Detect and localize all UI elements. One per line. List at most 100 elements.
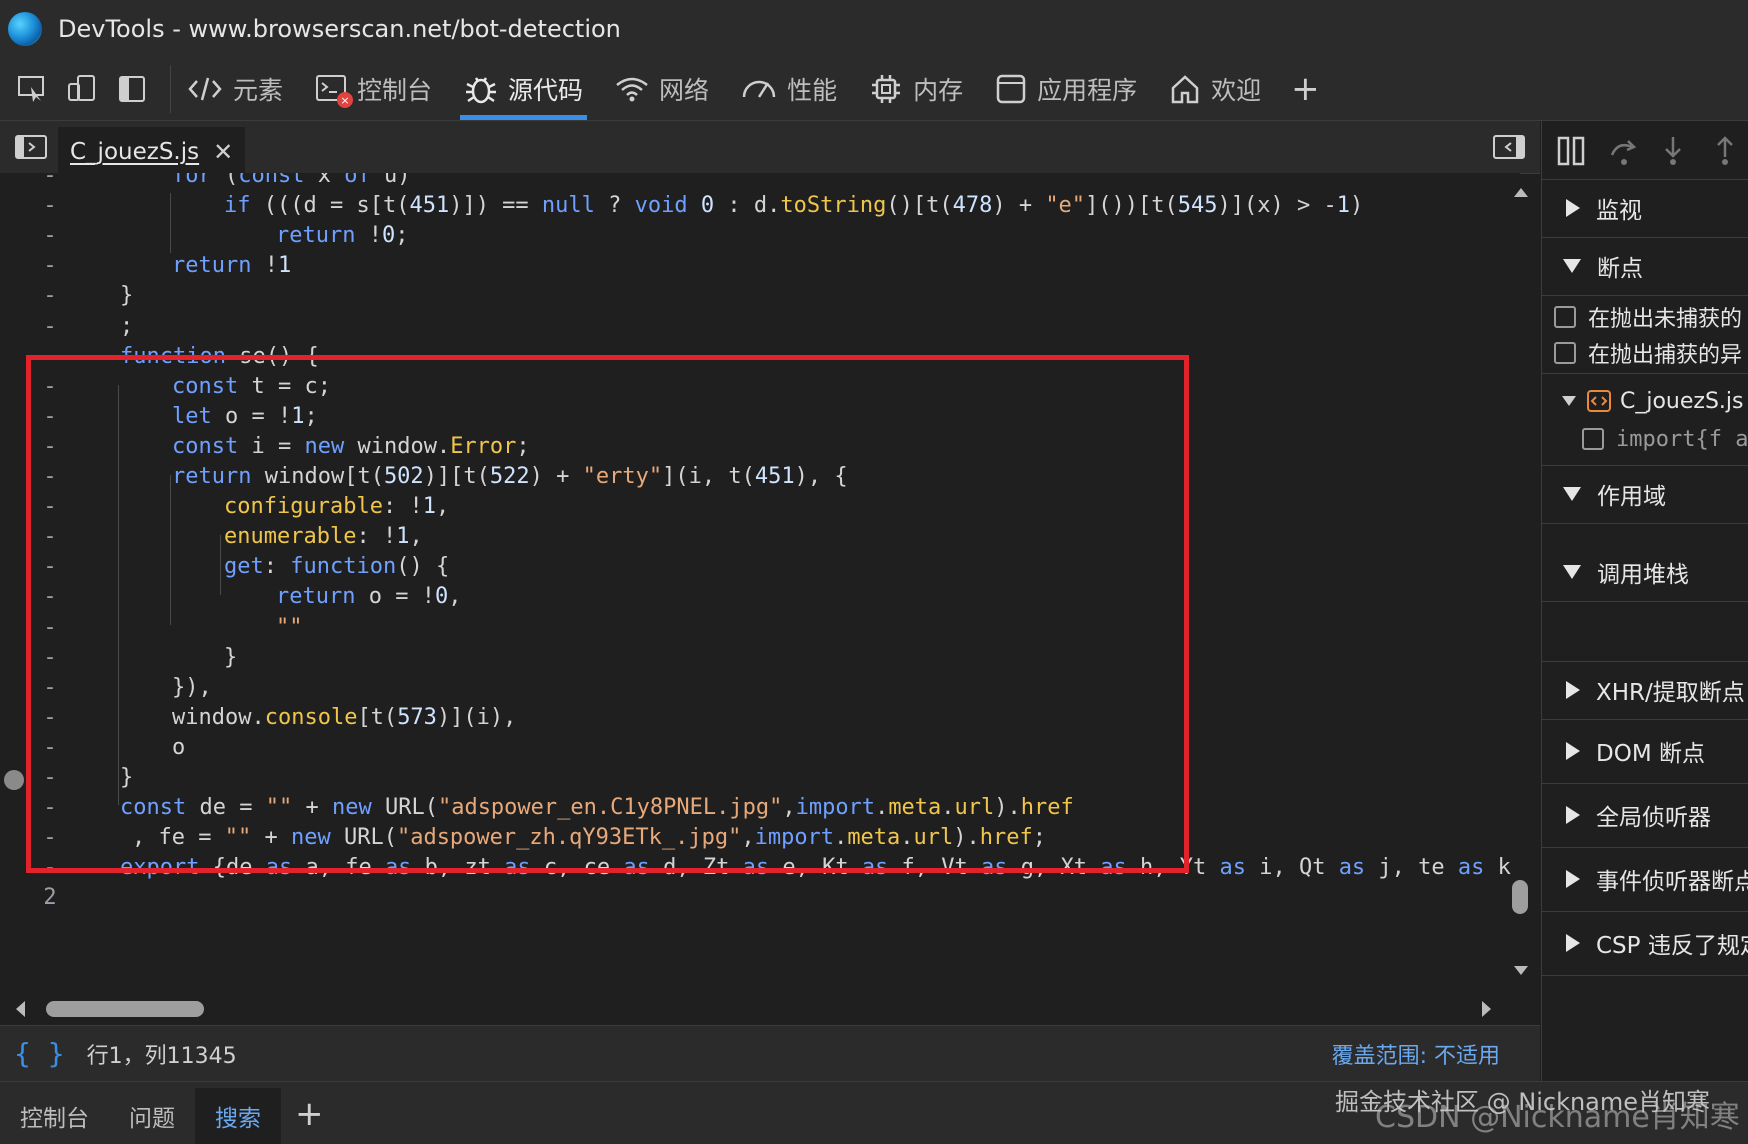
global-listeners-section[interactable]: 全局侦听器 <box>1542 783 1748 847</box>
breakpoints-section[interactable]: 断点 <box>1542 237 1748 295</box>
code-text: return !1 <box>172 253 292 279</box>
breakpoint-entry-row[interactable]: import{f a <box>1542 421 1748 457</box>
line-gutter-marker[interactable]: - <box>0 279 100 312</box>
drawer-tab-issues[interactable]: 问题 <box>109 1088 195 1144</box>
window-title: DevTools - www.browserscan.net/bot-detec… <box>58 15 621 43</box>
error-badge-icon: × <box>337 92 354 108</box>
global-label: 全局侦听器 <box>1596 805 1711 831</box>
code-text: if (((d = s[t(451)]) == null ? void 0 : … <box>224 193 1364 219</box>
pause-caught-row[interactable]: 在抛出捕获的异 <box>1542 335 1748 371</box>
code-text: } <box>120 283 134 309</box>
line-gutter-marker[interactable]: - <box>0 189 100 222</box>
toggle-debugger-icon[interactable] <box>1492 133 1526 161</box>
code-line[interactable]: -} <box>0 279 1520 312</box>
tab-application[interactable]: 应用程序 <box>979 58 1153 120</box>
collapse-icon <box>1563 565 1581 579</box>
step-out-icon[interactable] <box>1712 135 1738 167</box>
drawer-add-button[interactable]: + <box>295 1094 324 1134</box>
code-line[interactable]: -; <box>0 310 1520 343</box>
collapse-icon <box>1563 487 1581 501</box>
call-stack-label: 调用堆栈 <box>1597 562 1689 588</box>
collapse-icon <box>1562 396 1576 406</box>
tab-elements-label: 元素 <box>233 76 284 105</box>
add-tool-button[interactable]: + <box>1291 69 1320 109</box>
sidebar-divider <box>1542 523 1748 524</box>
console-icon: × <box>315 74 354 108</box>
line-gutter-marker[interactable]: - <box>0 310 100 343</box>
code-line[interactable]: - return !0; <box>0 219 1520 252</box>
home-icon <box>1169 73 1201 105</box>
sidebar-divider <box>1542 601 1748 602</box>
tab-memory[interactable]: 内存 <box>853 58 979 120</box>
scroll-up-icon[interactable] <box>1514 188 1528 197</box>
tab-performance-label: 性能 <box>787 76 838 105</box>
xhr-label: XHR/提取断点 <box>1596 680 1745 706</box>
step-into-icon[interactable] <box>1660 135 1686 167</box>
edge-logo-icon <box>8 12 42 46</box>
breakpoint-file-row[interactable]: C_jouezS.js <box>1542 383 1748 419</box>
dock-side-icon[interactable] <box>114 71 150 107</box>
file-tab[interactable]: C_jouezS.js ✕ <box>58 127 246 175</box>
vertical-scrollbar[interactable] <box>1508 180 1532 980</box>
toggle-navigator-icon[interactable] <box>14 133 48 161</box>
horizontal-scroll-thumb[interactable] <box>46 1001 204 1017</box>
tab-application-label: 应用程序 <box>1037 76 1138 105</box>
tab-network[interactable]: 网络 <box>599 58 725 120</box>
scope-section[interactable]: 作用域 <box>1542 465 1748 523</box>
breakpoint-code: import{f a <box>1616 426 1748 452</box>
code-text: return !0; <box>276 223 409 249</box>
code-line[interactable]: 2 <box>0 881 1520 914</box>
tab-welcome[interactable]: 欢迎 <box>1153 58 1277 120</box>
pause-icon[interactable] <box>1556 135 1586 167</box>
tab-elements[interactable]: 元素 <box>171 58 299 120</box>
code-icon <box>187 75 223 103</box>
inspect-element-icon[interactable] <box>14 71 50 107</box>
line-gutter-marker[interactable]: 2 <box>0 881 100 914</box>
tab-sources[interactable]: 源代码 <box>448 58 599 120</box>
close-tab-icon[interactable]: ✕ <box>213 138 233 166</box>
drawer-tab-search[interactable]: 搜索 <box>195 1088 281 1144</box>
device-emulation-icon[interactable] <box>64 71 100 107</box>
indent-guide <box>170 193 171 253</box>
pretty-print-button[interactable]: { } <box>14 1037 65 1070</box>
csp-violation-section[interactable]: CSP 违反了规定 <box>1542 911 1748 975</box>
event-label: 事件侦听器断点 <box>1596 869 1748 895</box>
wifi-icon <box>615 75 649 103</box>
breakpoint-file-name: C_jouezS.js <box>1620 388 1744 414</box>
pause-uncaught-checkbox[interactable] <box>1554 306 1576 328</box>
breakpoints-label: 断点 <box>1597 256 1643 282</box>
scroll-right-icon[interactable] <box>1482 1001 1491 1017</box>
expand-icon <box>1566 681 1580 699</box>
breakpoint-marker-icon[interactable] <box>4 770 24 790</box>
app-window-icon <box>995 73 1027 105</box>
dom-breakpoints-section[interactable]: DOM 断点 <box>1542 719 1748 783</box>
coverage-status[interactable]: 覆盖范围: 不适用 <box>1332 1038 1500 1070</box>
pause-uncaught-row[interactable]: 在抛出未捕获的 <box>1542 299 1748 335</box>
cursor-position: 行1，列11345 <box>86 1043 237 1069</box>
drawer-tab-console[interactable]: 控制台 <box>0 1088 109 1144</box>
tab-performance[interactable]: 性能 <box>725 58 853 120</box>
line-gutter-marker[interactable]: - <box>0 219 100 252</box>
code-line[interactable]: - return !1 <box>0 249 1520 282</box>
code-line[interactable]: - if (((d = s[t(451)]) == null ? void 0 :… <box>0 189 1520 222</box>
call-stack-section[interactable]: 调用堆栈 <box>1542 543 1748 601</box>
event-listener-breakpoints-section[interactable]: 事件侦听器断点 <box>1542 847 1748 911</box>
gauge-icon <box>741 75 777 103</box>
pause-uncaught-label: 在抛出未捕获的 <box>1588 307 1743 332</box>
line-gutter-marker[interactable]: - <box>0 249 100 282</box>
highlight-annotation-box <box>26 355 1189 873</box>
watch-section[interactable]: 监视 <box>1542 179 1748 237</box>
scroll-down-icon[interactable] <box>1514 966 1528 975</box>
xhr-breakpoints-section[interactable]: XHR/提取断点 <box>1542 661 1748 719</box>
step-over-icon[interactable] <box>1608 135 1640 167</box>
pause-caught-checkbox[interactable] <box>1554 342 1576 364</box>
vertical-scroll-thumb[interactable] <box>1512 880 1528 914</box>
breakpoint-checkbox[interactable] <box>1582 428 1604 450</box>
tab-console[interactable]: × 控制台 <box>299 58 448 120</box>
tab-sources-label: 源代码 <box>508 76 584 105</box>
scroll-left-icon[interactable] <box>16 1001 25 1017</box>
tab-welcome-label: 欢迎 <box>1211 76 1262 105</box>
watermark-csdn: CSDN @Nickname肖知寒 <box>1375 1100 1740 1135</box>
tab-console-label: 控制台 <box>357 76 433 105</box>
horizontal-scrollbar[interactable] <box>0 993 1520 1023</box>
